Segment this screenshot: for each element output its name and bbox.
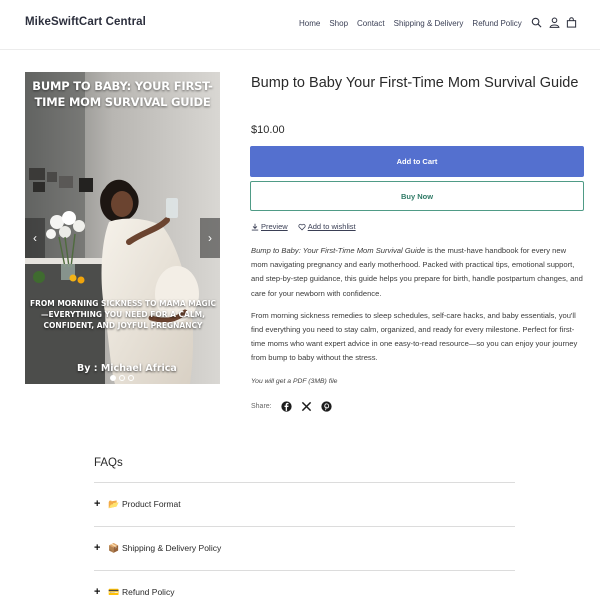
download-icon <box>251 223 259 230</box>
gallery-pagination <box>110 375 134 381</box>
buy-now-button[interactable]: Buy Now <box>250 181 584 211</box>
package-icon: 📦 <box>108 542 120 553</box>
product-description: Bump to Baby: Your First-Time Mom Surviv… <box>251 244 585 366</box>
cover-title-line1: BUMP TO BABY: YOUR FIRST- <box>32 79 213 93</box>
gallery-dot-3[interactable] <box>128 375 134 381</box>
chevron-left-icon: ‹ <box>33 231 37 245</box>
cover-subtitle: FROM MORNING SICKNESS TO MAMA MAGIC—EVER… <box>29 299 217 330</box>
description-paragraph-2: From morning sickness remedies to sleep … <box>251 310 578 363</box>
brand-logo[interactable]: MikeSwiftCart Central <box>25 16 146 28</box>
facebook-icon[interactable] <box>280 401 292 412</box>
preview-label: Preview <box>261 222 288 231</box>
file-note: You will get a PDF (3MB) file <box>251 378 338 385</box>
bag-icon[interactable] <box>566 17 577 28</box>
folder-icon: 📂 <box>108 498 120 509</box>
user-icon[interactable] <box>549 17 560 28</box>
description-paragraph-1: Bump to Baby: Your First-Time Mom Surviv… <box>251 244 585 301</box>
book-cover-image <box>25 72 220 384</box>
faq-item-refund[interactable]: + 💳 Refund Policy <box>94 582 515 600</box>
site-header: MikeSwiftCart Central Home Shop Contact … <box>0 0 600 50</box>
faq-label: Shipping & Delivery Policy <box>122 543 222 553</box>
chevron-right-icon: › <box>208 231 212 245</box>
nav-shop[interactable]: Shop <box>329 19 348 28</box>
wishlist-link[interactable]: Add to wishlist <box>298 222 356 231</box>
gallery-dot-2[interactable] <box>119 375 125 381</box>
plus-icon: + <box>94 586 101 598</box>
add-to-cart-button[interactable]: Add to Cart <box>250 146 584 177</box>
gallery-prev-button[interactable]: ‹ <box>25 218 45 258</box>
product-price: $10.00 <box>251 124 285 136</box>
faq-label: Product Format <box>122 499 181 509</box>
share-label: Share: <box>251 403 272 410</box>
cover-title-line2: TIME MOM SURVIVAL GUIDE <box>34 95 211 109</box>
main-nav: Home Shop Contact Shipping & Delivery Re… <box>299 19 531 28</box>
description-book-title: Bump to Baby: Your First-Time Mom Surviv… <box>251 246 426 255</box>
product-actions: Preview Add to wishlist <box>251 222 356 231</box>
faq-label: Refund Policy <box>122 587 175 597</box>
plus-icon: + <box>94 542 101 554</box>
faq-heading: FAQs <box>94 457 123 469</box>
nav-home[interactable]: Home <box>299 19 320 28</box>
plus-icon: + <box>94 498 101 510</box>
pinterest-icon[interactable] <box>320 401 332 412</box>
nav-shipping[interactable]: Shipping & Delivery <box>394 19 464 28</box>
product-title: Bump to Baby Your First-Time Mom Surviva… <box>251 75 579 91</box>
nav-refund[interactable]: Refund Policy <box>472 19 521 28</box>
x-icon[interactable] <box>301 401 312 412</box>
faq-divider <box>94 570 515 571</box>
wishlist-label: Add to wishlist <box>307 222 356 231</box>
gallery-next-button[interactable]: › <box>200 218 220 258</box>
search-icon[interactable] <box>531 17 542 28</box>
product-image-gallery[interactable]: BUMP TO BABY: YOUR FIRST- TIME MOM SURVI… <box>25 72 220 384</box>
heart-icon <box>298 223 306 230</box>
credit-card-icon: 💳 <box>108 586 120 597</box>
faq-item-shipping[interactable]: + 📦 Shipping & Delivery Policy <box>94 538 515 558</box>
cover-author: By : Michael Africa <box>77 363 177 374</box>
share-row: Share: <box>251 401 332 412</box>
nav-contact[interactable]: Contact <box>357 19 385 28</box>
preview-link[interactable]: Preview <box>251 222 288 231</box>
gallery-dot-1[interactable] <box>110 375 116 381</box>
faq-divider <box>94 482 515 483</box>
faq-item-product-format[interactable]: + 📂 Product Format <box>94 494 515 514</box>
cover-title: BUMP TO BABY: YOUR FIRST- TIME MOM SURVI… <box>25 78 220 110</box>
faq-divider <box>94 526 515 527</box>
